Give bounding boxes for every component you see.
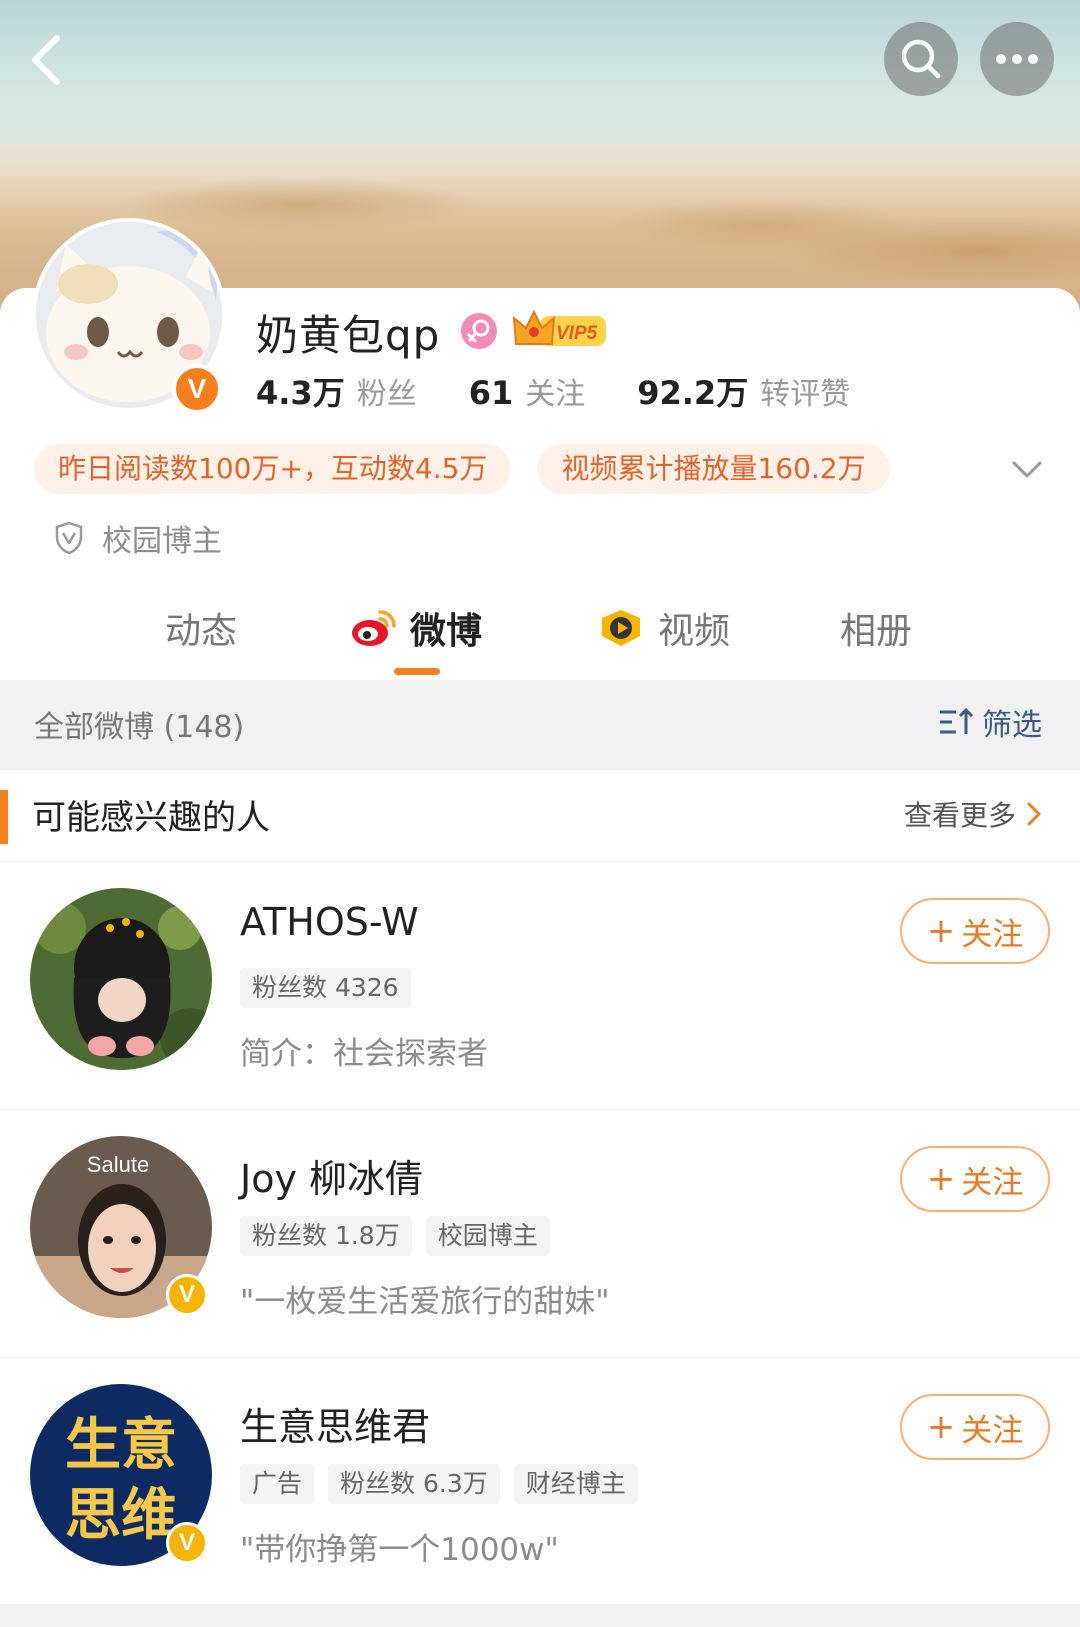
stat-value: 61 [468,374,514,412]
verified-badge: V [166,1522,208,1564]
tab-weibo[interactable]: 微博 [350,602,482,654]
verified-badge: V [172,364,222,414]
weibo-logo-icon [352,610,396,646]
stat-followers[interactable]: 4.3万 粉丝 [256,368,417,414]
user-tag: 粉丝数 6.3万 [328,1464,500,1504]
user-description: "一枚爱生活爱旅行的甜妹" [240,1284,610,1320]
follow-button[interactable]: + 关注 [900,1394,1050,1460]
stat-value: 92.2万 [637,374,749,412]
follow-label: 关注 [961,1412,1024,1449]
user-name[interactable]: Joy 柳冰倩 [240,1148,423,1203]
follow-button[interactable]: + 关注 [900,898,1050,964]
achievement-pills: 昨日阅读数100万+，互动数4.5万 视频累计播放量160.2万 [34,444,916,494]
search-button[interactable] [884,22,958,96]
female-gender-icon [461,313,497,349]
user-tag: 粉丝数 1.8万 [240,1216,412,1256]
stat-value: 4.3万 [256,374,345,412]
user-tag: 财经博主 [513,1464,638,1504]
recommend-title: 可能感兴趣的人 [32,798,270,838]
filter-label: 筛选 [982,708,1042,743]
section-accent-bar [0,790,8,844]
plus-icon: + [926,911,956,951]
filter-button[interactable]: 筛选 [938,700,1042,744]
more-button[interactable] [980,22,1054,96]
user-description: 简介：社会探索者 [240,1036,488,1072]
shield-v-icon [55,521,83,555]
stat-reposts-comments-likes[interactable]: 92.2万 转评赞 [637,368,850,414]
tab-xiangce[interactable]: 相册 [840,602,912,654]
user-tag: 校园博主 [425,1216,550,1256]
filter-bar: 全部微博 (148) 筛选 [0,680,1080,770]
plus-icon: + [926,1407,956,1447]
stat-label: 转评赞 [760,377,851,412]
stat-following[interactable]: 61 关注 [469,369,586,413]
stat-label: 粉丝 [356,377,417,412]
tab-shipin[interactable]: 视频 [598,602,730,654]
campus-blogger-row[interactable]: 校园博主 [54,516,222,560]
filter-sort-icon [940,707,974,734]
user-avatar-image [30,888,212,1070]
chevron-right-icon [1027,802,1041,826]
more-dots-icon [996,54,1038,64]
ad-tag: 广告 [240,1464,315,1504]
profile-name: 奶黄包qp [256,311,441,360]
recommend-header: 可能感兴趣的人 查看更多 [0,770,1080,862]
avatar-text-line-2: 思维 [65,1483,177,1548]
chevron-down-icon[interactable] [1010,454,1044,484]
tab-dongtai[interactable]: 动态 [165,602,237,654]
tab-label: 动态 [165,611,238,652]
bottom-divider [0,1604,1080,1627]
user-avatar[interactable] [30,888,212,1070]
follow-label: 关注 [961,1164,1024,1201]
list-item[interactable]: Salute V Joy 柳冰倩 粉丝数 1.8万 校园博主 "一枚爱生活爱旅行… [0,1110,1080,1358]
video-play-icon [602,610,640,646]
follow-button[interactable]: + 关注 [900,1146,1050,1212]
see-more-label: 查看更多 [904,799,1017,832]
avatar-caption: Salute [87,1152,149,1177]
avatar-text-line-1: 生意 [65,1413,177,1478]
plus-icon: + [926,1159,956,1199]
verified-badge: V [166,1274,208,1316]
user-tags: 粉丝数 4326 [240,968,425,1008]
user-name[interactable]: ATHOS-W [240,900,419,944]
video-plays-pill[interactable]: 视频累计播放量160.2万 [537,444,890,494]
tab-label: 相册 [840,611,913,652]
user-tags: 广告 粉丝数 6.3万 财经博主 [240,1464,652,1504]
vip-level-text: VIP5 [556,323,598,344]
tab-label: 视频 [658,611,731,652]
back-button[interactable] [22,30,72,90]
profile-stats: 4.3万 粉丝 61 关注 92.2万 转评赞 [256,368,902,412]
profile-tabs: 动态 微博 视频 相册 [0,592,1080,680]
list-item[interactable]: 生意 思维 V 生意思维君 广告 粉丝数 6.3万 财经博主 "带你挣第一个10… [0,1358,1080,1606]
user-name[interactable]: 生意思维君 [240,1396,430,1451]
chevron-left-icon [32,35,60,85]
user-tag: 粉丝数 4326 [240,968,411,1008]
all-weibo-count: 全部微博 (148) [34,710,245,745]
user-tags: 粉丝数 1.8万 校园博主 [240,1216,564,1256]
read-count-pill[interactable]: 昨日阅读数100万+，互动数4.5万 [34,444,512,494]
tab-label: 微博 [410,611,483,652]
search-icon [901,39,941,79]
active-tab-indicator [394,668,440,675]
vip-crown-badge: VIP5 [512,309,606,346]
follow-label: 关注 [961,916,1024,953]
see-more-link[interactable]: 查看更多 [904,794,1042,834]
stat-label: 关注 [525,377,586,412]
user-description: "带你挣第一个1000w" [240,1532,559,1568]
campus-label: 校园博主 [102,524,222,559]
list-item[interactable]: ATHOS-W 粉丝数 4326 简介：社会探索者 + 关注 [0,862,1080,1110]
